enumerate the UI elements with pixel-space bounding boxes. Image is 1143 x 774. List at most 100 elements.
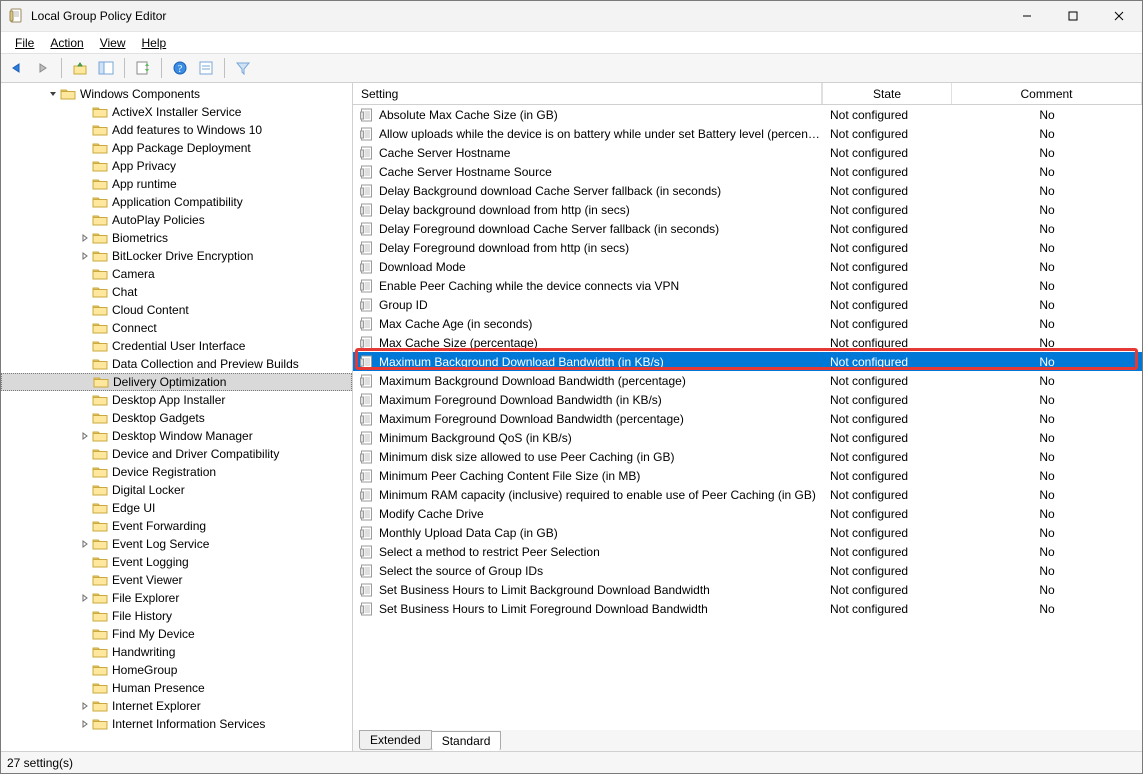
tree-node[interactable]: App runtime — [1, 175, 352, 193]
tree-node[interactable]: Human Presence — [1, 679, 352, 697]
tree-node[interactable]: Cloud Content — [1, 301, 352, 319]
policy-row[interactable]: Minimum RAM capacity (inclusive) require… — [353, 485, 1142, 504]
tree-node[interactable]: Add features to Windows 10 — [1, 121, 352, 139]
help-button[interactable]: ? — [168, 56, 192, 80]
menu-action[interactable]: Action — [42, 34, 91, 52]
policy-row[interactable]: Set Business Hours to Limit Foreground D… — [353, 599, 1142, 618]
tree-node[interactable]: Chat — [1, 283, 352, 301]
tab-extended[interactable]: Extended — [359, 730, 432, 750]
up-button[interactable] — [68, 56, 92, 80]
policy-row[interactable]: Max Cache Size (percentage)Not configure… — [353, 333, 1142, 352]
tree-node[interactable]: Camera — [1, 265, 352, 283]
tree-node[interactable]: Internet Information Services — [1, 715, 352, 733]
chevron-right-icon[interactable] — [79, 594, 91, 602]
chevron-right-icon[interactable] — [79, 720, 91, 728]
tree-node[interactable]: File History — [1, 607, 352, 625]
tree-node[interactable]: Delivery Optimization — [1, 373, 352, 391]
policy-row[interactable]: Enable Peer Caching while the device con… — [353, 276, 1142, 295]
maximize-button[interactable] — [1050, 1, 1096, 31]
policy-row[interactable]: Minimum Peer Caching Content File Size (… — [353, 466, 1142, 485]
policy-row[interactable]: Select the source of Group IDsNot config… — [353, 561, 1142, 580]
cell-setting: Maximum Foreground Download Bandwidth (p… — [379, 412, 822, 426]
tree-node[interactable]: Handwriting — [1, 643, 352, 661]
policy-row[interactable]: Maximum Background Download Bandwidth (i… — [353, 352, 1142, 371]
policy-row[interactable]: Maximum Foreground Download Bandwidth (i… — [353, 390, 1142, 409]
tree-node[interactable]: Application Compatibility — [1, 193, 352, 211]
chevron-right-icon[interactable] — [79, 540, 91, 548]
policy-row[interactable]: Delay background download from http (in … — [353, 200, 1142, 219]
tree-node[interactable]: Connect — [1, 319, 352, 337]
tree-node[interactable]: Digital Locker — [1, 481, 352, 499]
col-header-setting[interactable]: Setting — [353, 83, 822, 104]
tree-node[interactable]: File Explorer — [1, 589, 352, 607]
policy-row[interactable]: Maximum Foreground Download Bandwidth (p… — [353, 409, 1142, 428]
chevron-right-icon[interactable] — [79, 432, 91, 440]
forward-button[interactable] — [31, 56, 55, 80]
minimize-button[interactable] — [1004, 1, 1050, 31]
policy-row[interactable]: Modify Cache DriveNot configuredNo — [353, 504, 1142, 523]
tree-node[interactable]: Biometrics — [1, 229, 352, 247]
tree-node[interactable]: HomeGroup — [1, 661, 352, 679]
tree-node[interactable]: Internet Explorer — [1, 697, 352, 715]
tree-node[interactable]: Device Registration — [1, 463, 352, 481]
tree-node[interactable]: Find My Device — [1, 625, 352, 643]
menu-file[interactable]: File — [7, 34, 42, 52]
chevron-right-icon[interactable] — [79, 252, 91, 260]
tab-standard[interactable]: Standard — [431, 731, 502, 751]
policy-row[interactable]: Delay Background download Cache Server f… — [353, 181, 1142, 200]
tree-node-root[interactable]: Windows Components — [1, 85, 352, 103]
policy-row[interactable]: Monthly Upload Data Cap (in GB)Not confi… — [353, 523, 1142, 542]
cell-setting: Minimum RAM capacity (inclusive) require… — [379, 488, 822, 502]
tree-node[interactable]: BitLocker Drive Encryption — [1, 247, 352, 265]
tree-node[interactable]: Desktop Gadgets — [1, 409, 352, 427]
policy-row[interactable]: Cache Server Hostname SourceNot configur… — [353, 162, 1142, 181]
tree-node[interactable]: Event Viewer — [1, 571, 352, 589]
policy-row[interactable]: Download ModeNot configuredNo — [353, 257, 1142, 276]
policy-row[interactable]: Group IDNot configuredNo — [353, 295, 1142, 314]
window: Local Group Policy Editor File Action Vi… — [0, 0, 1143, 774]
tree-node[interactable]: App Privacy — [1, 157, 352, 175]
menu-view[interactable]: View — [92, 34, 134, 52]
tree-node-label: Desktop App Installer — [112, 393, 225, 407]
policy-row[interactable]: Minimum disk size allowed to use Peer Ca… — [353, 447, 1142, 466]
tree-node[interactable]: App Package Deployment — [1, 139, 352, 157]
tree-node[interactable]: Event Log Service — [1, 535, 352, 553]
tree-node[interactable]: Desktop Window Manager — [1, 427, 352, 445]
policy-row[interactable]: Set Business Hours to Limit Background D… — [353, 580, 1142, 599]
tree-pane[interactable]: Windows ComponentsActiveX Installer Serv… — [1, 83, 353, 751]
cell-comment: No — [952, 127, 1142, 141]
export-button[interactable] — [131, 56, 155, 80]
policy-row[interactable]: Delay Foreground download from http (in … — [353, 238, 1142, 257]
tree-node[interactable]: Event Logging — [1, 553, 352, 571]
col-header-comment[interactable]: Comment — [952, 83, 1142, 104]
policy-row[interactable]: Cache Server HostnameNot configuredNo — [353, 143, 1142, 162]
policy-row[interactable]: Minimum Background QoS (in KB/s)Not conf… — [353, 428, 1142, 447]
filter-button[interactable] — [231, 56, 255, 80]
tree-node[interactable]: AutoPlay Policies — [1, 211, 352, 229]
tree-node-label: Add features to Windows 10 — [112, 123, 262, 137]
properties-button[interactable] — [194, 56, 218, 80]
tree-node[interactable]: Credential User Interface — [1, 337, 352, 355]
chevron-down-icon[interactable] — [47, 90, 59, 98]
chevron-right-icon[interactable] — [79, 702, 91, 710]
policy-row[interactable]: Delay Foreground download Cache Server f… — [353, 219, 1142, 238]
close-button[interactable] — [1096, 1, 1142, 31]
show-hide-tree-button[interactable] — [94, 56, 118, 80]
cell-state: Not configured — [822, 412, 952, 426]
chevron-right-icon[interactable] — [79, 234, 91, 242]
tree-node[interactable]: Data Collection and Preview Builds — [1, 355, 352, 373]
policy-row[interactable]: Maximum Background Download Bandwidth (p… — [353, 371, 1142, 390]
tree-node[interactable]: Device and Driver Compatibility — [1, 445, 352, 463]
list-body[interactable]: Absolute Max Cache Size (in GB)Not confi… — [353, 105, 1142, 729]
policy-row[interactable]: Allow uploads while the device is on bat… — [353, 124, 1142, 143]
tree-node[interactable]: ActiveX Installer Service — [1, 103, 352, 121]
tree-node[interactable]: Edge UI — [1, 499, 352, 517]
menu-help[interactable]: Help — [134, 34, 175, 52]
tree-node[interactable]: Desktop App Installer — [1, 391, 352, 409]
col-header-state[interactable]: State — [822, 83, 952, 104]
tree-node[interactable]: Event Forwarding — [1, 517, 352, 535]
policy-row[interactable]: Select a method to restrict Peer Selecti… — [353, 542, 1142, 561]
back-button[interactable] — [5, 56, 29, 80]
policy-row[interactable]: Max Cache Age (in seconds)Not configured… — [353, 314, 1142, 333]
policy-row[interactable]: Absolute Max Cache Size (in GB)Not confi… — [353, 105, 1142, 124]
